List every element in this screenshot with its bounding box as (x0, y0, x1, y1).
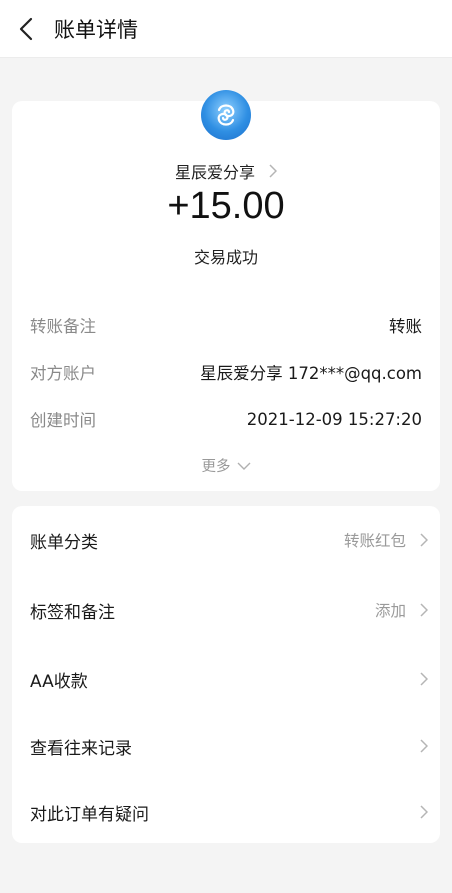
menu-item-aa-collect[interactable]: AA收款 (30, 659, 428, 699)
amount: +15.00 (167, 185, 285, 227)
page-title: 账单详情 (54, 17, 138, 42)
chevron-right-icon (269, 164, 277, 178)
menu-item-transaction-history[interactable]: 查看往来记录 (30, 726, 428, 766)
detail-row-remark: 转账备注 转账 (30, 313, 422, 337)
chevron-right-icon (420, 533, 428, 547)
chevron-right-icon (420, 739, 428, 753)
chevron-right-icon (420, 672, 428, 686)
menu-item-order-question[interactable]: 对此订单有疑问 (30, 792, 428, 832)
detail-value: 转账 (389, 317, 422, 336)
menu-item-label: 标签和备注 (30, 602, 115, 623)
menu-item-label: 账单分类 (30, 532, 98, 553)
menu-item-label: 查看往来记录 (30, 738, 132, 759)
merchant-avatar (201, 90, 251, 140)
menu-item-label: AA收款 (30, 671, 88, 692)
chevron-right-icon (420, 603, 428, 617)
merchant-name: 星辰爱分享 (174, 163, 255, 182)
merchant-link[interactable]: 星辰爱分享 (12, 159, 440, 183)
top-bar: 账单详情 (0, 0, 452, 58)
merchant-avatar-icon (217, 104, 235, 126)
more-button[interactable]: 更多 (12, 455, 440, 476)
detail-value: 2021-12-09 15:27:20 (246, 409, 422, 429)
menu-item-bill-category[interactable]: 账单分类 转账红包 (30, 520, 428, 560)
menu-item-value: 转账红包 (343, 532, 406, 550)
more-label: 更多 (201, 459, 231, 475)
detail-row-account: 对方账户 星辰爱分享 172***@qq.com (30, 360, 422, 384)
menu-item-value: 添加 (374, 602, 406, 620)
bill-summary-card: 星辰爱分享 +15.00 交易成功 转账备注 转账 对方账户 星辰爱分享 172… (12, 101, 440, 491)
detail-value: 星辰爱分享 172***@qq.com (200, 364, 422, 383)
menu-item-tags-remarks[interactable]: 标签和备注 添加 (30, 590, 428, 630)
transaction-status: 交易成功 (193, 248, 258, 267)
detail-label: 转账备注 (30, 317, 96, 336)
chevron-down-icon (237, 462, 250, 470)
chevron-right-icon (420, 805, 428, 819)
detail-label: 创建时间 (30, 411, 96, 430)
detail-row-created-time: 创建时间 2021-12-09 15:27:20 (30, 407, 422, 431)
menu-item-label: 对此订单有疑问 (30, 804, 149, 825)
back-arrow-icon (19, 17, 33, 40)
bill-actions-card: 账单分类 转账红包 标签和备注 添加 AA收款 查看往来记录 对此订单有疑问 (12, 506, 440, 843)
back-button[interactable] (2, 0, 50, 58)
detail-label: 对方账户 (30, 364, 96, 383)
